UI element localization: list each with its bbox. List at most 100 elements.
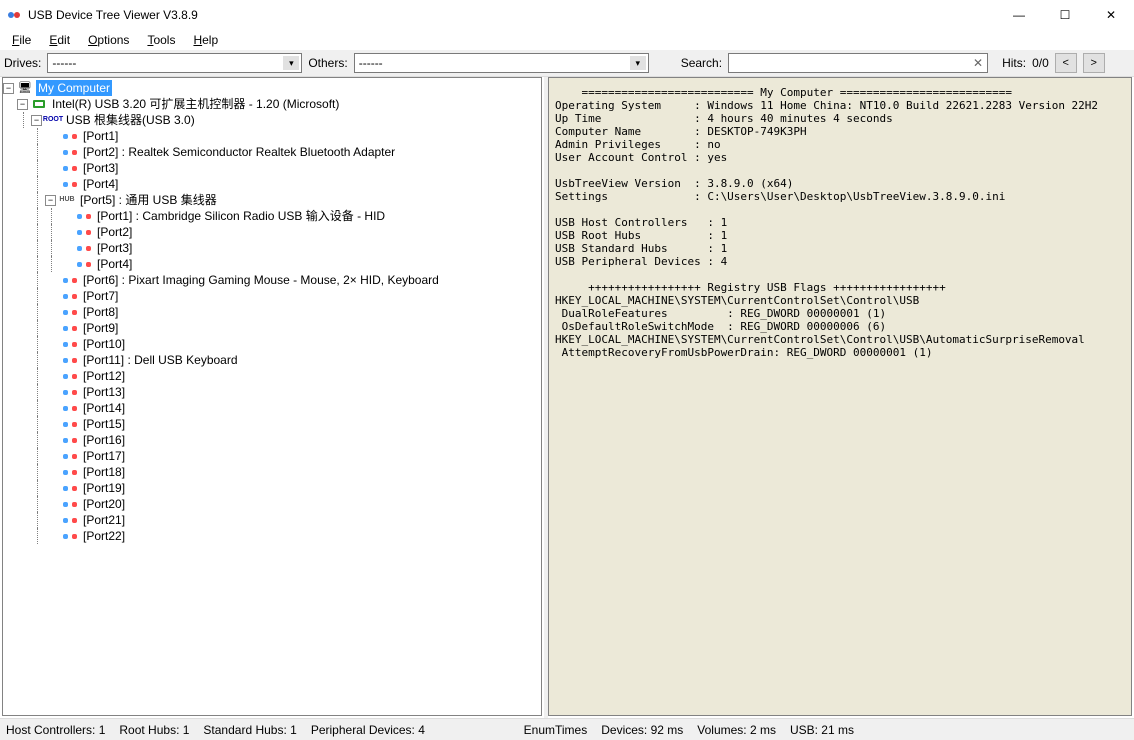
host-controller-icon <box>31 97 47 111</box>
tree-label: My Computer <box>36 80 112 96</box>
others-combo[interactable]: ------ ▾ <box>354 53 649 73</box>
tree-label: [Port4] <box>95 256 134 272</box>
menu-edit[interactable]: Edit <box>41 31 78 49</box>
tree-node-port[interactable]: [Port4] <box>3 256 541 272</box>
window-title: USB Device Tree Viewer V3.8.9 <box>28 8 198 22</box>
tree-node-port[interactable]: [Port1] <box>3 128 541 144</box>
tree-node-port[interactable]: [Port13] <box>3 384 541 400</box>
clear-search-icon[interactable]: ✕ <box>973 56 983 70</box>
tree-node-port[interactable]: [Port21] <box>3 512 541 528</box>
drives-label: Drives: <box>4 56 41 70</box>
tree-node-port[interactable]: [Port7] <box>3 288 541 304</box>
tree-node-port[interactable]: [Port3] <box>3 160 541 176</box>
port-icon <box>76 225 92 239</box>
port-icon <box>76 257 92 271</box>
tree-node-port[interactable]: [Port18] <box>3 464 541 480</box>
port-icon <box>62 385 78 399</box>
collapse-icon[interactable]: − <box>31 115 42 126</box>
port-icon <box>62 465 78 479</box>
device-tree-pane[interactable]: − My Computer − Intel(R) USB 3.20 可扩展主机控… <box>2 77 542 716</box>
port-icon <box>62 289 78 303</box>
tree-label: [Port13] <box>81 384 127 400</box>
status-usb-time: USB: 21 ms <box>790 723 854 737</box>
tree-node-port[interactable]: [Port14] <box>3 400 541 416</box>
prev-hit-button[interactable]: < <box>1055 53 1077 73</box>
tree-node-hub[interactable]: − HUB [Port5] : 通用 USB 集线器 <box>3 192 541 208</box>
tree-node-port[interactable]: [Port10] <box>3 336 541 352</box>
app-icon <box>6 7 22 23</box>
tree-node-port[interactable]: [Port2] : Realtek Semiconductor Realtek … <box>3 144 541 160</box>
tree-node-port[interactable]: [Port1] : Cambridge Silicon Radio USB 输入… <box>3 208 541 224</box>
menu-tools[interactable]: Tools <box>139 31 183 49</box>
tree-label: [Port7] <box>81 288 120 304</box>
root-hub-icon: ROOT <box>45 113 61 127</box>
tree-label: [Port3] <box>95 240 134 256</box>
tree-label: [Port17] <box>81 448 127 464</box>
port-icon <box>62 513 78 527</box>
search-input[interactable]: ✕ <box>728 53 988 73</box>
maximize-button[interactable]: ☐ <box>1042 0 1088 30</box>
tree-label: [Port12] <box>81 368 127 384</box>
tree-node-my-computer[interactable]: − My Computer <box>3 80 541 96</box>
dropdown-arrow-icon: ▾ <box>630 56 646 70</box>
port-icon <box>62 353 78 367</box>
tree-node-port[interactable]: [Port22] <box>3 528 541 544</box>
minimize-button[interactable]: — <box>996 0 1042 30</box>
tree-node-port[interactable]: [Port12] <box>3 368 541 384</box>
hits-label: Hits: <box>1002 56 1026 70</box>
title-bar: USB Device Tree Viewer V3.8.9 — ☐ ✕ <box>0 0 1134 30</box>
toolbar: Drives: ------ ▾ Others: ------ ▾ Search… <box>0 50 1134 76</box>
port-icon <box>62 481 78 495</box>
status-volumes-time: Volumes: 2 ms <box>697 723 776 737</box>
drives-combo[interactable]: ------ ▾ <box>47 53 302 73</box>
tree-node-port[interactable]: [Port2] <box>3 224 541 240</box>
port-icon <box>62 529 78 543</box>
menu-file[interactable]: File <box>4 31 39 49</box>
port-icon <box>62 305 78 319</box>
tree-node-host-controller[interactable]: − Intel(R) USB 3.20 可扩展主机控制器 - 1.20 (Mic… <box>3 96 541 112</box>
main-split: − My Computer − Intel(R) USB 3.20 可扩展主机控… <box>0 76 1134 718</box>
port-icon <box>62 433 78 447</box>
port-icon <box>62 321 78 335</box>
tree-label: [Port1] : Cambridge Silicon Radio USB 输入… <box>95 208 387 224</box>
tree-node-port[interactable]: [Port3] <box>3 240 541 256</box>
tree-label: [Port14] <box>81 400 127 416</box>
tree-node-port[interactable]: [Port17] <box>3 448 541 464</box>
menu-options[interactable]: Options <box>80 31 137 49</box>
tree-label: [Port16] <box>81 432 127 448</box>
tree-label: [Port6] : Pixart Imaging Gaming Mouse - … <box>81 272 441 288</box>
tree-label: USB 根集线器(USB 3.0) <box>64 112 197 128</box>
port-icon <box>62 145 78 159</box>
others-label: Others: <box>308 56 347 70</box>
tree-node-port[interactable]: [Port15] <box>3 416 541 432</box>
tree-label: [Port3] <box>81 160 120 176</box>
port-icon <box>62 337 78 351</box>
collapse-icon[interactable]: − <box>17 99 28 110</box>
close-button[interactable]: ✕ <box>1088 0 1134 30</box>
tree-node-port[interactable]: [Port20] <box>3 496 541 512</box>
tree-label: [Port19] <box>81 480 127 496</box>
menu-help[interactable]: Help <box>185 31 226 49</box>
tree-label: [Port20] <box>81 496 127 512</box>
tree-node-port[interactable]: [Port9] <box>3 320 541 336</box>
collapse-icon[interactable]: − <box>45 195 56 206</box>
tree-label: [Port15] <box>81 416 127 432</box>
port-icon <box>76 209 92 223</box>
next-hit-button[interactable]: > <box>1083 53 1105 73</box>
tree-node-port[interactable]: [Port6] : Pixart Imaging Gaming Mouse - … <box>3 272 541 288</box>
port-icon <box>62 417 78 431</box>
collapse-icon[interactable]: − <box>3 83 14 94</box>
tree-label: [Port22] <box>81 528 127 544</box>
tree-node-port[interactable]: [Port4] <box>3 176 541 192</box>
tree-node-port[interactable]: [Port16] <box>3 432 541 448</box>
tree-node-port[interactable]: [Port11] : Dell USB Keyboard <box>3 352 541 368</box>
tree-node-port[interactable]: [Port8] <box>3 304 541 320</box>
status-devices-time: Devices: 92 ms <box>601 723 683 737</box>
tree-node-root-hub[interactable]: − ROOT USB 根集线器(USB 3.0) <box>3 112 541 128</box>
tree-node-port[interactable]: [Port19] <box>3 480 541 496</box>
port-icon <box>62 273 78 287</box>
port-icon <box>62 129 78 143</box>
port-icon <box>62 497 78 511</box>
details-pane[interactable]: ========================== My Computer =… <box>548 77 1132 716</box>
dropdown-arrow-icon: ▾ <box>283 56 299 70</box>
